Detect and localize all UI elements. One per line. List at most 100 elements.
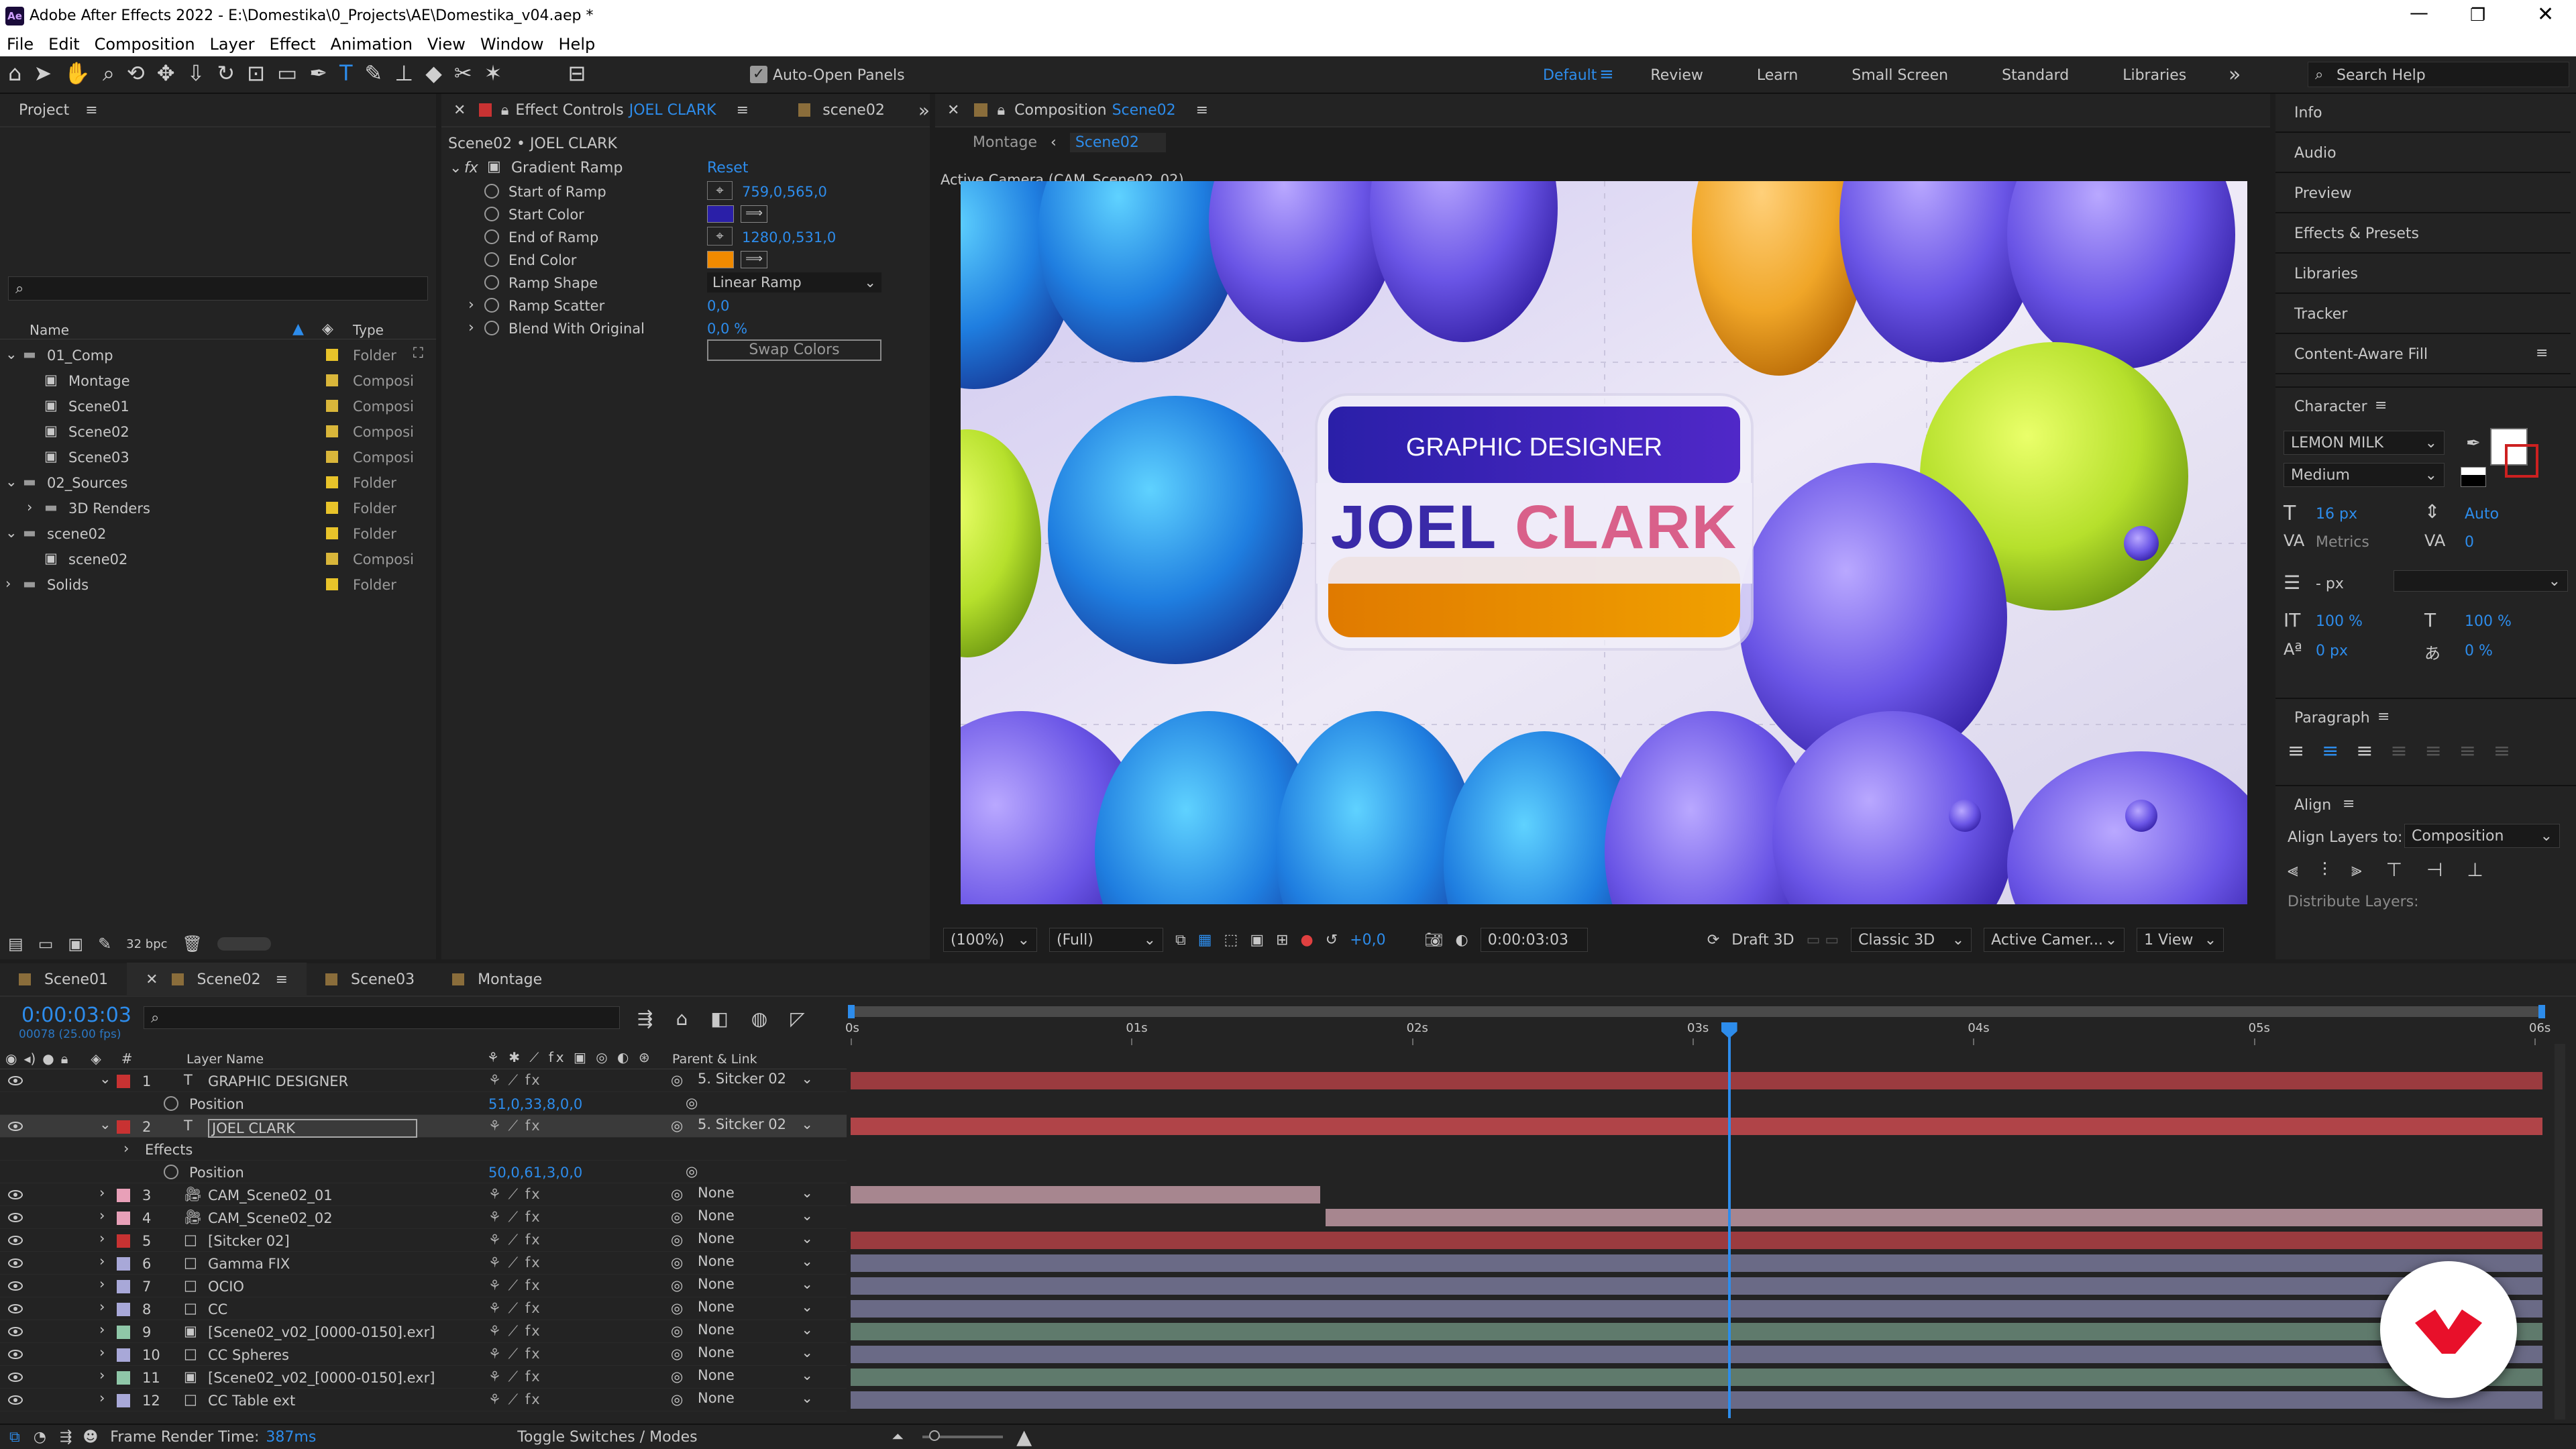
zoom-out-icon[interactable]: ⏶ — [892, 1429, 904, 1446]
parent-select[interactable]: None ⌄ — [698, 1344, 813, 1364]
point-value[interactable]: 759,0,565,0 — [742, 184, 827, 200]
visibility-eye-icon[interactable] — [8, 1327, 23, 1336]
parent-select[interactable]: 5. Sitcker 02 ⌄ — [698, 1116, 813, 1136]
stroke-color-swatch[interactable] — [2505, 444, 2538, 478]
visibility-eye-icon[interactable] — [8, 1076, 23, 1085]
visibility-eye-icon[interactable] — [8, 1304, 23, 1313]
label-color-chip[interactable] — [117, 1257, 130, 1271]
align-left-edges-icon[interactable]: ⫷ — [2288, 859, 2298, 881]
justify-left-icon[interactable]: ≡ — [2390, 739, 2407, 763]
align-to-select[interactable]: Composition ⌄ — [2404, 824, 2560, 848]
menu-edit[interactable]: Edit — [48, 35, 79, 54]
timeline-tab-montage[interactable]: Montage — [433, 963, 561, 996]
menu-help[interactable]: Help — [559, 35, 596, 54]
label-color-chip[interactable] — [326, 451, 338, 463]
label-color-chip[interactable] — [117, 1212, 130, 1225]
align-center-icon[interactable]: ≡ — [2322, 739, 2339, 763]
label-color-chip[interactable] — [326, 578, 338, 590]
playhead[interactable] — [1727, 1024, 1731, 1418]
draft-3d-toggle-icon[interactable]: ⌂ — [676, 1008, 688, 1030]
comp-mini-flowchart-icon[interactable]: ⇶ — [637, 1008, 653, 1030]
workspace-small-screen[interactable]: Small Screen — [1851, 67, 1948, 84]
label-color-chip[interactable] — [117, 1234, 130, 1248]
pick-whip-icon[interactable]: ◎ — [671, 1118, 683, 1134]
twirl-open-icon[interactable]: ⌄ — [5, 346, 17, 362]
twirl-closed-icon[interactable]: › — [99, 1208, 105, 1224]
justify-right-icon[interactable]: ≡ — [2459, 739, 2476, 763]
layer-switches[interactable]: ⚘ ⟋ fx — [488, 1323, 541, 1340]
layer-duration-bar[interactable] — [851, 1277, 2542, 1295]
panel-menu-icon[interactable]: ≡ — [276, 971, 288, 988]
panel-menu-icon[interactable]: ≡ — [737, 102, 749, 119]
layer-row[interactable]: › 7 □ OCIO ⚘ ⟋ fx ◎ None ⌄ — [0, 1275, 847, 1297]
panel-info[interactable]: Info — [2275, 94, 2571, 133]
puppet-tool-icon[interactable]: ✶ — [484, 60, 502, 87]
visibility-eye-icon[interactable] — [8, 1213, 23, 1222]
composition-tab-name[interactable]: Scene02 — [1112, 102, 1176, 119]
parent-select[interactable]: None ⌄ — [698, 1276, 813, 1296]
panel-menu-icon[interactable]: ≡ — [2343, 796, 2355, 812]
horizontal-scale-value[interactable]: 100 % — [2465, 613, 2512, 630]
twirl-closed-icon[interactable]: › — [99, 1230, 105, 1246]
layer-duration-bar[interactable] — [851, 1300, 2542, 1318]
pick-whip-icon[interactable]: ◎ — [671, 1277, 683, 1293]
twirl-open-icon[interactable]: ⌄ — [5, 525, 17, 541]
project-item[interactable]: ▣ Scene02 Composi — [0, 420, 436, 444]
layer-duration-bar[interactable] — [851, 1232, 2542, 1249]
crumb-montage[interactable]: Montage — [973, 134, 1037, 151]
stopwatch-icon[interactable] — [484, 298, 499, 313]
layer-name[interactable]: Gamma FIX — [208, 1256, 290, 1272]
stroke-style-select[interactable]: ⌄ — [2394, 570, 2568, 592]
pick-whip-icon[interactable]: ◎ — [671, 1346, 683, 1362]
effect-controls-layer[interactable]: JOEL CLARK — [629, 102, 716, 119]
panel-effects-presets[interactable]: Effects & Presets — [2275, 215, 2571, 254]
tsume-value[interactable]: 0 % — [2465, 643, 2493, 659]
workspace-standard[interactable]: Standard — [2002, 67, 2069, 84]
layer-duration-bar[interactable] — [851, 1368, 2542, 1386]
label-color-chip[interactable] — [326, 527, 338, 539]
stopwatch-icon[interactable] — [164, 1096, 178, 1111]
layer-switches[interactable]: ⚘ ⟋ fx — [488, 1118, 541, 1134]
layer-property-value[interactable]: 50,0,61,3,0,0 — [488, 1165, 582, 1181]
stopwatch-icon[interactable] — [484, 229, 499, 244]
zoom-in-icon[interactable]: ▲ — [1016, 1426, 1032, 1449]
label-color-chip[interactable] — [326, 400, 338, 412]
time-ruler[interactable]: 0s 01s 02s 03s 04s 05s 06s — [845, 1001, 2551, 1049]
flowchart-icon[interactable]: ⛶ — [413, 345, 423, 362]
stopwatch-icon[interactable] — [484, 252, 499, 267]
pick-whip-icon[interactable]: ◎ — [671, 1368, 683, 1385]
kerning-value[interactable]: Metrics — [2316, 534, 2369, 551]
reset-exposure-icon[interactable]: ↺ — [1326, 932, 1338, 949]
timeline-tab-scene02[interactable]: ✕ Scene02 ≡ — [127, 963, 307, 996]
work-area-end-handle[interactable] — [2538, 1005, 2545, 1018]
zoom-select[interactable]: (100%) ⌄ — [943, 928, 1037, 952]
layer-duration-bar[interactable] — [851, 1186, 1321, 1203]
layer-property-row[interactable]: Position 50,0,61,3,0,0 ◎ — [0, 1161, 847, 1183]
parent-select[interactable]: None ⌄ — [698, 1185, 813, 1205]
workspace-menu-icon[interactable]: ≡ — [1599, 64, 1614, 85]
visibility-eye-icon[interactable] — [8, 1236, 23, 1245]
col-type[interactable]: Type — [353, 322, 384, 338]
label-color-chip[interactable] — [117, 1189, 130, 1202]
pan-tool-icon[interactable]: ✥ — [157, 60, 175, 87]
workspace-review[interactable]: Review — [1650, 67, 1703, 84]
label-color-chip[interactable] — [117, 1303, 130, 1316]
selection-tool-icon[interactable]: ➤ — [34, 60, 52, 87]
hand-tool-icon[interactable]: ✋ — [64, 60, 91, 87]
twirl-closed-icon[interactable]: › — [468, 297, 474, 313]
panel-menu-icon[interactable]: ≡ — [2375, 397, 2387, 414]
show-snapshot-icon[interactable]: ◐ — [1456, 932, 1468, 949]
scene02-tab[interactable]: scene02 — [822, 102, 885, 119]
close-tab-icon[interactable]: ✕ — [947, 102, 959, 119]
parent-select[interactable]: 5. Sitcker 02 ⌄ — [698, 1071, 813, 1091]
exposure-value[interactable]: +0,0 — [1350, 932, 1385, 949]
stroke-width-value[interactable]: - px — [2316, 576, 2344, 592]
layer-duration-bar[interactable] — [851, 1072, 2542, 1089]
layer-name[interactable]: OCIO — [208, 1279, 244, 1295]
character-title[interactable]: Character — [2294, 398, 2367, 415]
zoom-tool-icon[interactable]: ⌕ — [103, 60, 115, 87]
timeline-scrollbar[interactable] — [2555, 1044, 2565, 1419]
layer-switches[interactable]: ⚘ ⟋ fx — [488, 1232, 541, 1248]
numeric-value[interactable]: 0,0 — [707, 298, 729, 314]
layer-row[interactable]: › 8 □ CC ⚘ ⟋ fx ◎ None ⌄ — [0, 1297, 847, 1320]
